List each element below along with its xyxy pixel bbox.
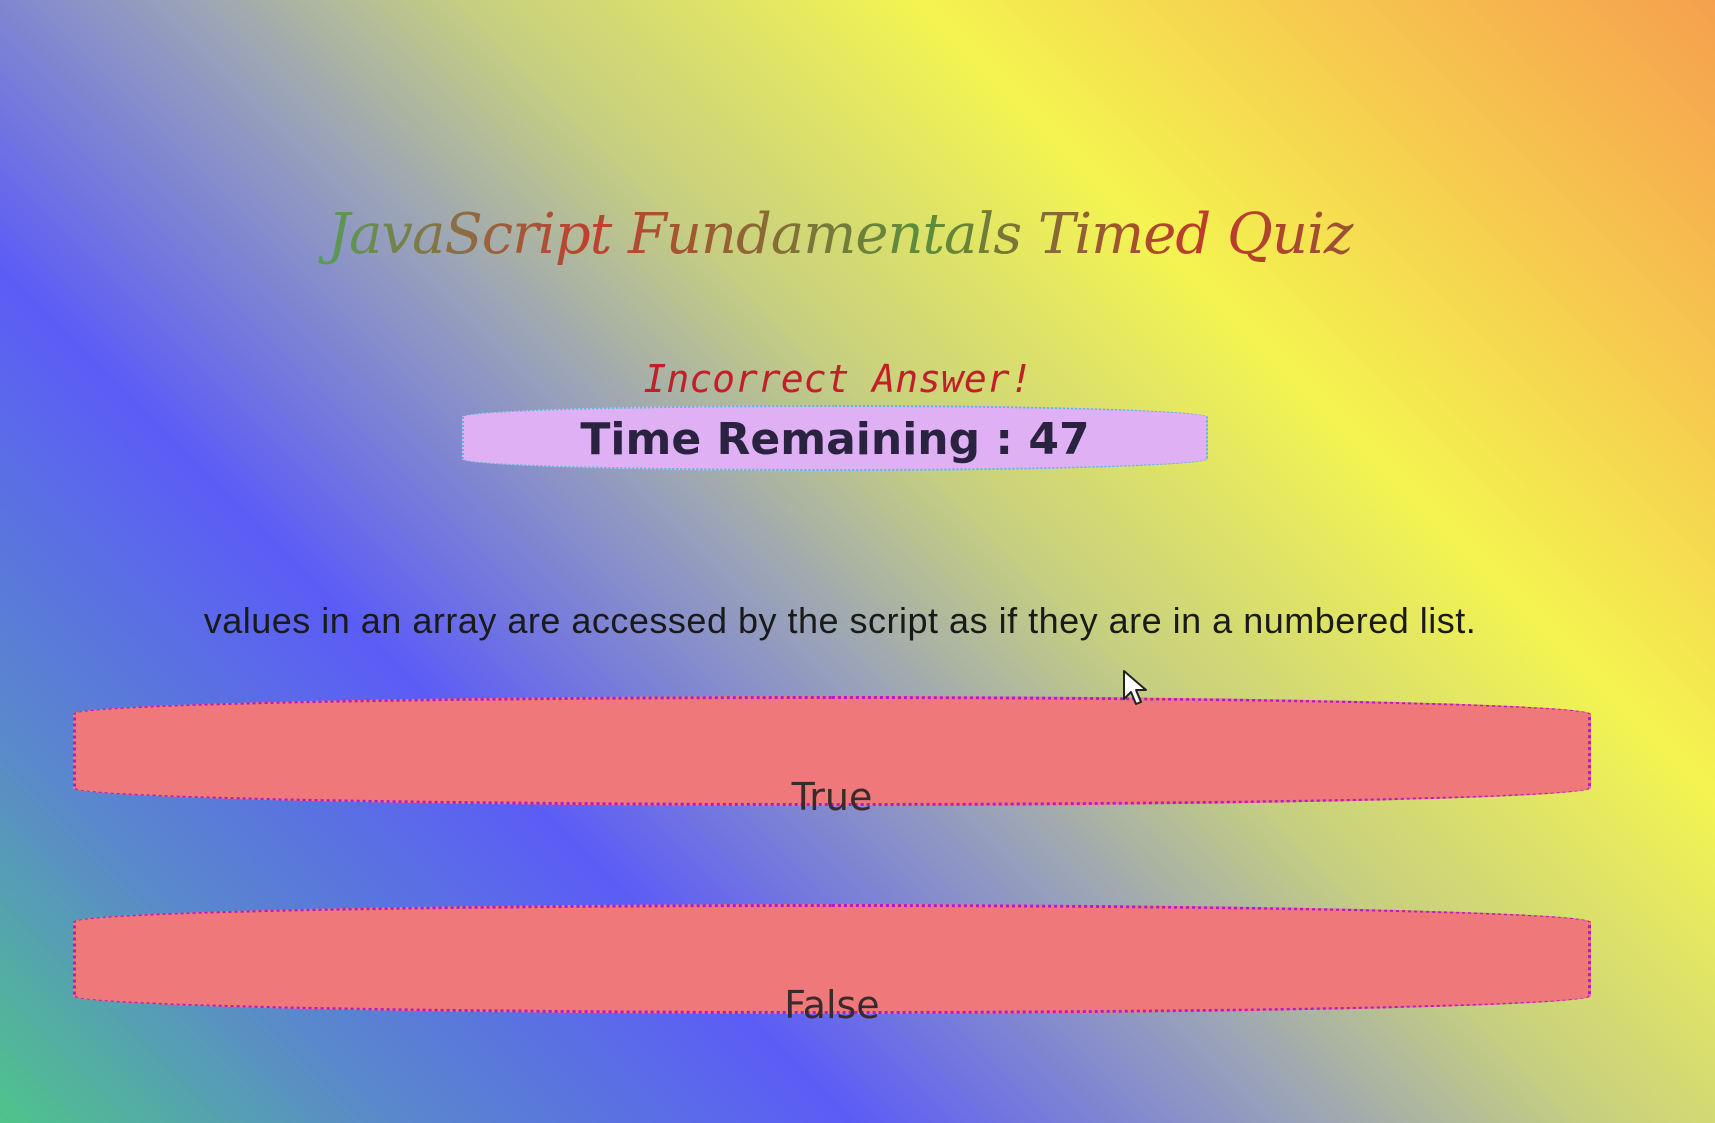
timer-value: 47 — [1028, 414, 1090, 465]
answer-button-false[interactable]: False — [73, 904, 1591, 1025]
answer-feedback: Incorrect Answer! — [643, 357, 1033, 401]
mouse-pointer-icon — [1123, 670, 1147, 705]
answer-label-false: False — [784, 983, 880, 1027]
question-text: values in an array are accessed by the s… — [203, 600, 1477, 641]
answer-button-true[interactable]: True — [73, 696, 1591, 817]
answer-label-true: True — [791, 775, 873, 819]
quiz-title: JavaScript Fundamentals Timed Quiz — [0, 200, 1680, 270]
timer-label: Time Remaining : — [580, 414, 1029, 465]
timer-box: Time Remaining : 47 — [462, 405, 1208, 471]
